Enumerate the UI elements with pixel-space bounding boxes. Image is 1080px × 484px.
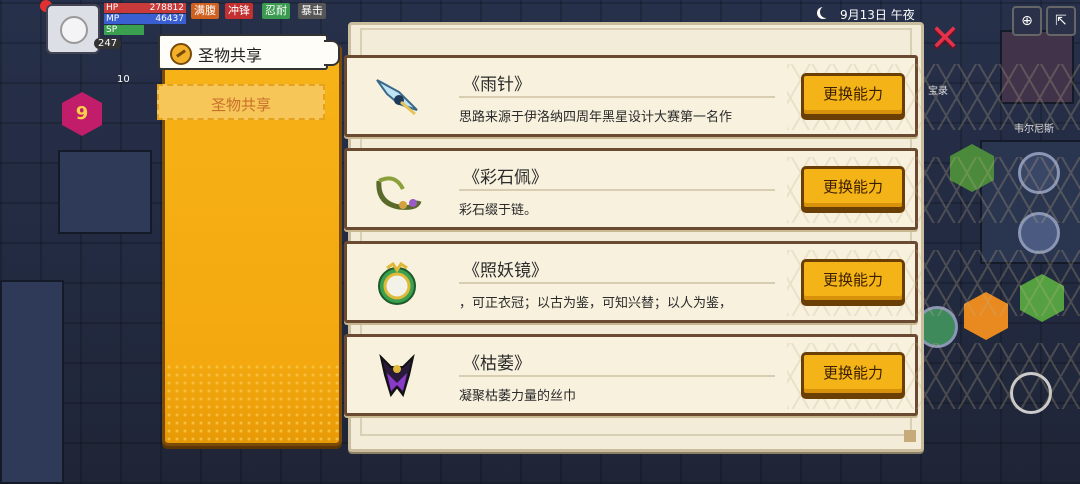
tab-label: 圣物共享	[198, 46, 263, 65]
card-divider	[459, 282, 775, 284]
tab-notch	[324, 40, 340, 66]
relic-description: ，可正衣冠；以古为鉴，可知兴替；以人为鉴，	[459, 296, 733, 311]
mp-bar: MP 46437	[104, 14, 186, 24]
relic-card: 《照妖镜》 ，可正衣冠；以古为鉴，可知兴替；以人为鉴， 更换能力	[344, 241, 1080, 323]
change-ability-button[interactable]: 更换能力	[801, 166, 905, 210]
game-date: 9月13日 午夜	[840, 8, 915, 22]
relic-card: 《枯萎》 凝聚枯萎力量的丝巾 更换能力	[344, 334, 1080, 416]
network-icon[interactable]: ⊕	[1012, 6, 1042, 36]
resize-corner	[904, 430, 916, 442]
player-level: 247	[94, 38, 122, 49]
avatar[interactable]	[46, 4, 100, 54]
sp-label: SP	[106, 25, 118, 35]
mirror-icon	[378, 261, 416, 305]
background-building	[58, 150, 152, 234]
moon-icon	[820, 6, 832, 18]
relic-name: 《雨针》	[463, 75, 531, 95]
coin-icon	[170, 43, 192, 65]
relic-name: 《枯萎》	[463, 354, 531, 374]
card-divider	[459, 189, 775, 191]
close-icon[interactable]: ✕	[928, 21, 962, 57]
card-divider	[459, 96, 775, 98]
mp-label: MP	[106, 14, 120, 24]
background-building	[0, 280, 64, 484]
relic-description: 思路来源于伊洛纳四周年黑星设计大赛第一名作	[459, 110, 733, 125]
relic-description: 凝聚枯萎力量的丝巾	[459, 389, 577, 404]
relic-name: 《彩石佩》	[463, 168, 548, 188]
tab-relic-share[interactable]: 圣物共享	[158, 34, 328, 70]
hp-label: HP	[106, 3, 119, 13]
sidebar-item-label: 圣物共享	[210, 96, 271, 114]
relic-name: 《照妖镜》	[463, 261, 548, 281]
hp-bar: HP 278812	[104, 3, 186, 13]
sidebar-item-relic-share[interactable]: 圣物共享	[157, 84, 325, 120]
scarf-icon	[379, 353, 415, 398]
relic-card: 《雨针》 思路来源于伊洛纳四周年黑星设计大赛第一名作 更换能力	[344, 55, 1080, 137]
buff-count: 10	[117, 74, 130, 85]
relic-card: 《彩石佩》 彩石缀于链。 更换能力	[344, 148, 1080, 230]
change-ability-button[interactable]: 更换能力	[801, 352, 905, 396]
change-ability-button[interactable]: 更换能力	[801, 259, 905, 303]
exit-icon[interactable]: ⇱	[1046, 6, 1076, 36]
status-badge: 忍耐	[262, 3, 290, 19]
blade-icon	[376, 79, 418, 116]
necklace-icon	[376, 176, 422, 210]
mp-value: 46437	[155, 14, 184, 24]
hp-value: 278812	[149, 3, 184, 13]
status-badge: 冲锋	[225, 3, 253, 19]
status-badge: 满腹	[191, 3, 219, 19]
card-divider	[459, 375, 775, 377]
status-badge: 暴击	[298, 3, 326, 19]
sp-bar: SP	[104, 25, 144, 35]
relic-description: 彩石缀于链。	[459, 203, 538, 218]
change-ability-button[interactable]: 更换能力	[801, 73, 905, 117]
